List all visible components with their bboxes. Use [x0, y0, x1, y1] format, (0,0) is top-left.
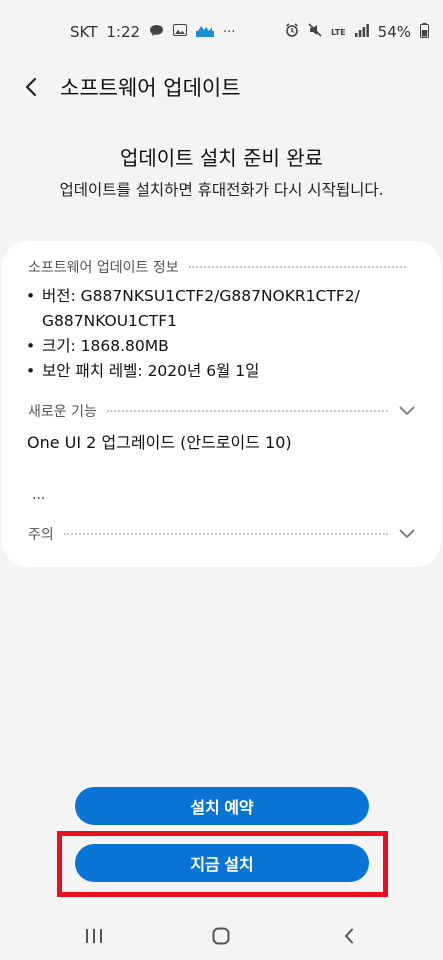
mute-icon [308, 23, 322, 41]
info-section-title: 소프트웨어 업데이트 정보 [28, 260, 179, 276]
chevron-down-icon[interactable] [398, 402, 416, 420]
status-left: SKT 1:22 ··· [70, 23, 235, 41]
carrier-label: SKT [70, 23, 98, 41]
update-ready-title: 업데이트 설치 준비 완료 [119, 146, 324, 170]
bullet: • [26, 287, 36, 305]
clock: 1:22 [106, 23, 141, 41]
bullet: • [26, 337, 36, 355]
update-info-list: • 버전: G887NKSU1CTF2/G887NOKR1CTF2/ G887N… [26, 284, 402, 384]
list-item: • 버전: G887NKSU1CTF2/G887NOKR1CTF2/ G887N… [26, 284, 402, 334]
back-icon [345, 928, 354, 944]
recent-apps-icon [85, 929, 102, 943]
home-icon [212, 927, 230, 945]
security-patch-text: 보안 패치 레벨: 2020년 6월 1일 [42, 362, 260, 380]
more-notifications-icon: ··· [223, 24, 236, 40]
status-right: LTE 54% [285, 22, 429, 42]
list-item: • 크기: 1868.80MB [26, 334, 402, 359]
navigation-bar [0, 912, 443, 960]
feature-description: One UI 2 업그레이드 (안드로이드 10) [27, 433, 292, 452]
bullet: • [26, 362, 36, 380]
features-section-title: 새로운 기능 [28, 404, 97, 420]
caution-section-title: 주의 [28, 527, 54, 543]
caution-section-header[interactable]: 주의 [28, 524, 416, 544]
back-button[interactable] [18, 72, 44, 102]
battery-icon [420, 22, 429, 42]
size-text: 크기: 1868.80MB [42, 337, 169, 355]
status-bar: SKT 1:22 ··· LTE 54% [0, 0, 443, 64]
schedule-install-button[interactable]: 설치 예약 [75, 787, 369, 825]
chat-bubble-icon [149, 24, 164, 41]
dotted-divider [188, 266, 406, 268]
app-header: 소프트웨어 업데이트 [0, 64, 443, 110]
page-title: 소프트웨어 업데이트 [60, 76, 241, 100]
nav-back-button[interactable] [329, 916, 369, 956]
chevron-down-icon[interactable] [398, 525, 416, 543]
more-ellipsis: ... [32, 487, 46, 503]
signal-icon [354, 23, 369, 41]
gallery-icon [173, 24, 188, 40]
info-section-header: 소프트웨어 업데이트 정보 [28, 257, 416, 277]
home-button[interactable] [201, 916, 241, 956]
update-ready-subtitle: 업데이트를 설치하면 휴대전화가 다시 시작됩니다. [59, 181, 384, 199]
list-item: • 보안 패치 레벨: 2020년 6월 1일 [26, 359, 402, 384]
update-info-card: 소프트웨어 업데이트 정보 • 버전: G887NKSU1CTF2/G887NO… [2, 241, 441, 567]
version-text: 버전: G887NKSU1CTF2/G887NOKR1CTF2/ G887NKO… [42, 287, 360, 330]
features-section-header[interactable]: 새로운 기능 [28, 401, 416, 421]
highlight-box [57, 831, 388, 897]
alarm-icon [285, 23, 299, 41]
dotted-divider [106, 410, 388, 412]
recent-apps-button[interactable] [74, 916, 114, 956]
dotted-divider [63, 533, 388, 535]
battery-percent: 54% [377, 23, 411, 41]
app-notification-icon [196, 24, 215, 41]
lte-indicator: LTE [330, 27, 346, 37]
chevron-left-icon [25, 77, 37, 97]
